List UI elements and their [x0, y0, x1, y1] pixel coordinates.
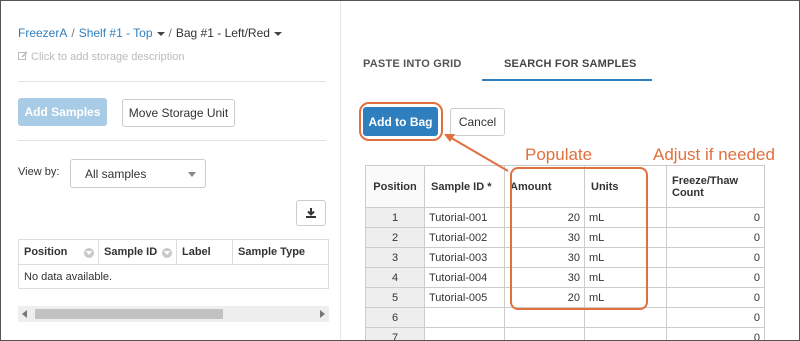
column-header-label: Position: [24, 246, 68, 258]
column-header-sample-id[interactable]: Sample ID: [99, 240, 177, 264]
edit-icon: [18, 51, 28, 60]
column-header-label: Sample Type: [238, 246, 306, 258]
breadcrumb-freezer-link[interactable]: FreezerA: [18, 26, 67, 40]
screenshot-frame: FreezerA / Shelf #1 - Top / Bag #1 - Left/Re…: [0, 0, 800, 341]
storage-panel: FreezerA / Shelf #1 - Top / Bag #1 - Left/Re…: [1, 1, 341, 340]
horizontal-scrollbar[interactable]: [18, 306, 329, 322]
dropdown-arrow-icon: [188, 172, 196, 177]
breadcrumb-separator: /: [71, 26, 75, 40]
chevron-down-icon: [273, 31, 282, 36]
add-samples-button[interactable]: Add Samples: [18, 98, 107, 126]
column-menu-icon[interactable]: [84, 248, 94, 258]
samples-table: Position Sample ID Label Sample Type No …: [18, 239, 329, 289]
column-header-position[interactable]: Position: [19, 240, 99, 264]
breadcrumb-bag-dropdown[interactable]: Bag #1 - Left/Red: [176, 26, 282, 40]
scrollbar-thumb[interactable]: [35, 309, 223, 319]
breadcrumb: FreezerA / Shelf #1 - Top / Bag #1 - Left/Re…: [18, 26, 282, 40]
storage-description-placeholder: Click to add storage description: [31, 51, 185, 63]
view-by-label: View by:: [18, 166, 60, 178]
column-header-label: Label: [182, 246, 211, 258]
divider: [18, 81, 326, 82]
column-header-label-col[interactable]: Label: [177, 240, 233, 264]
breadcrumb-separator: /: [168, 26, 172, 40]
add-samples-panel: PASTE INTO GRID SEARCH FOR SAMPLES Add t…: [342, 1, 799, 340]
breadcrumb-bag-label: Bag #1 - Left/Red: [175, 26, 270, 40]
breadcrumb-shelf-label: Shelf #1 - Top: [78, 26, 153, 40]
scroll-left-icon[interactable]: [22, 310, 27, 318]
download-button[interactable]: [296, 200, 326, 226]
breadcrumb-shelf-link[interactable]: Shelf #1 - Top: [79, 26, 165, 40]
empty-table-message: No data available.: [24, 270, 113, 283]
column-header-sample-type[interactable]: Sample Type: [233, 240, 328, 264]
samples-table-header: Position Sample ID Label Sample Type: [19, 240, 328, 265]
move-storage-unit-button[interactable]: Move Storage Unit: [122, 99, 235, 127]
view-by-selected-value: All samples: [85, 166, 147, 181]
download-icon: [306, 208, 316, 218]
scroll-right-icon[interactable]: [320, 310, 325, 318]
column-header-label: Sample ID: [104, 246, 158, 258]
divider: [18, 140, 326, 141]
column-menu-icon[interactable]: [162, 248, 172, 258]
view-by-select[interactable]: All samples: [70, 159, 206, 188]
callout-arrow: [444, 134, 509, 172]
storage-description-editor[interactable]: Click to add storage description: [18, 51, 184, 63]
chevron-down-icon: [156, 31, 165, 36]
